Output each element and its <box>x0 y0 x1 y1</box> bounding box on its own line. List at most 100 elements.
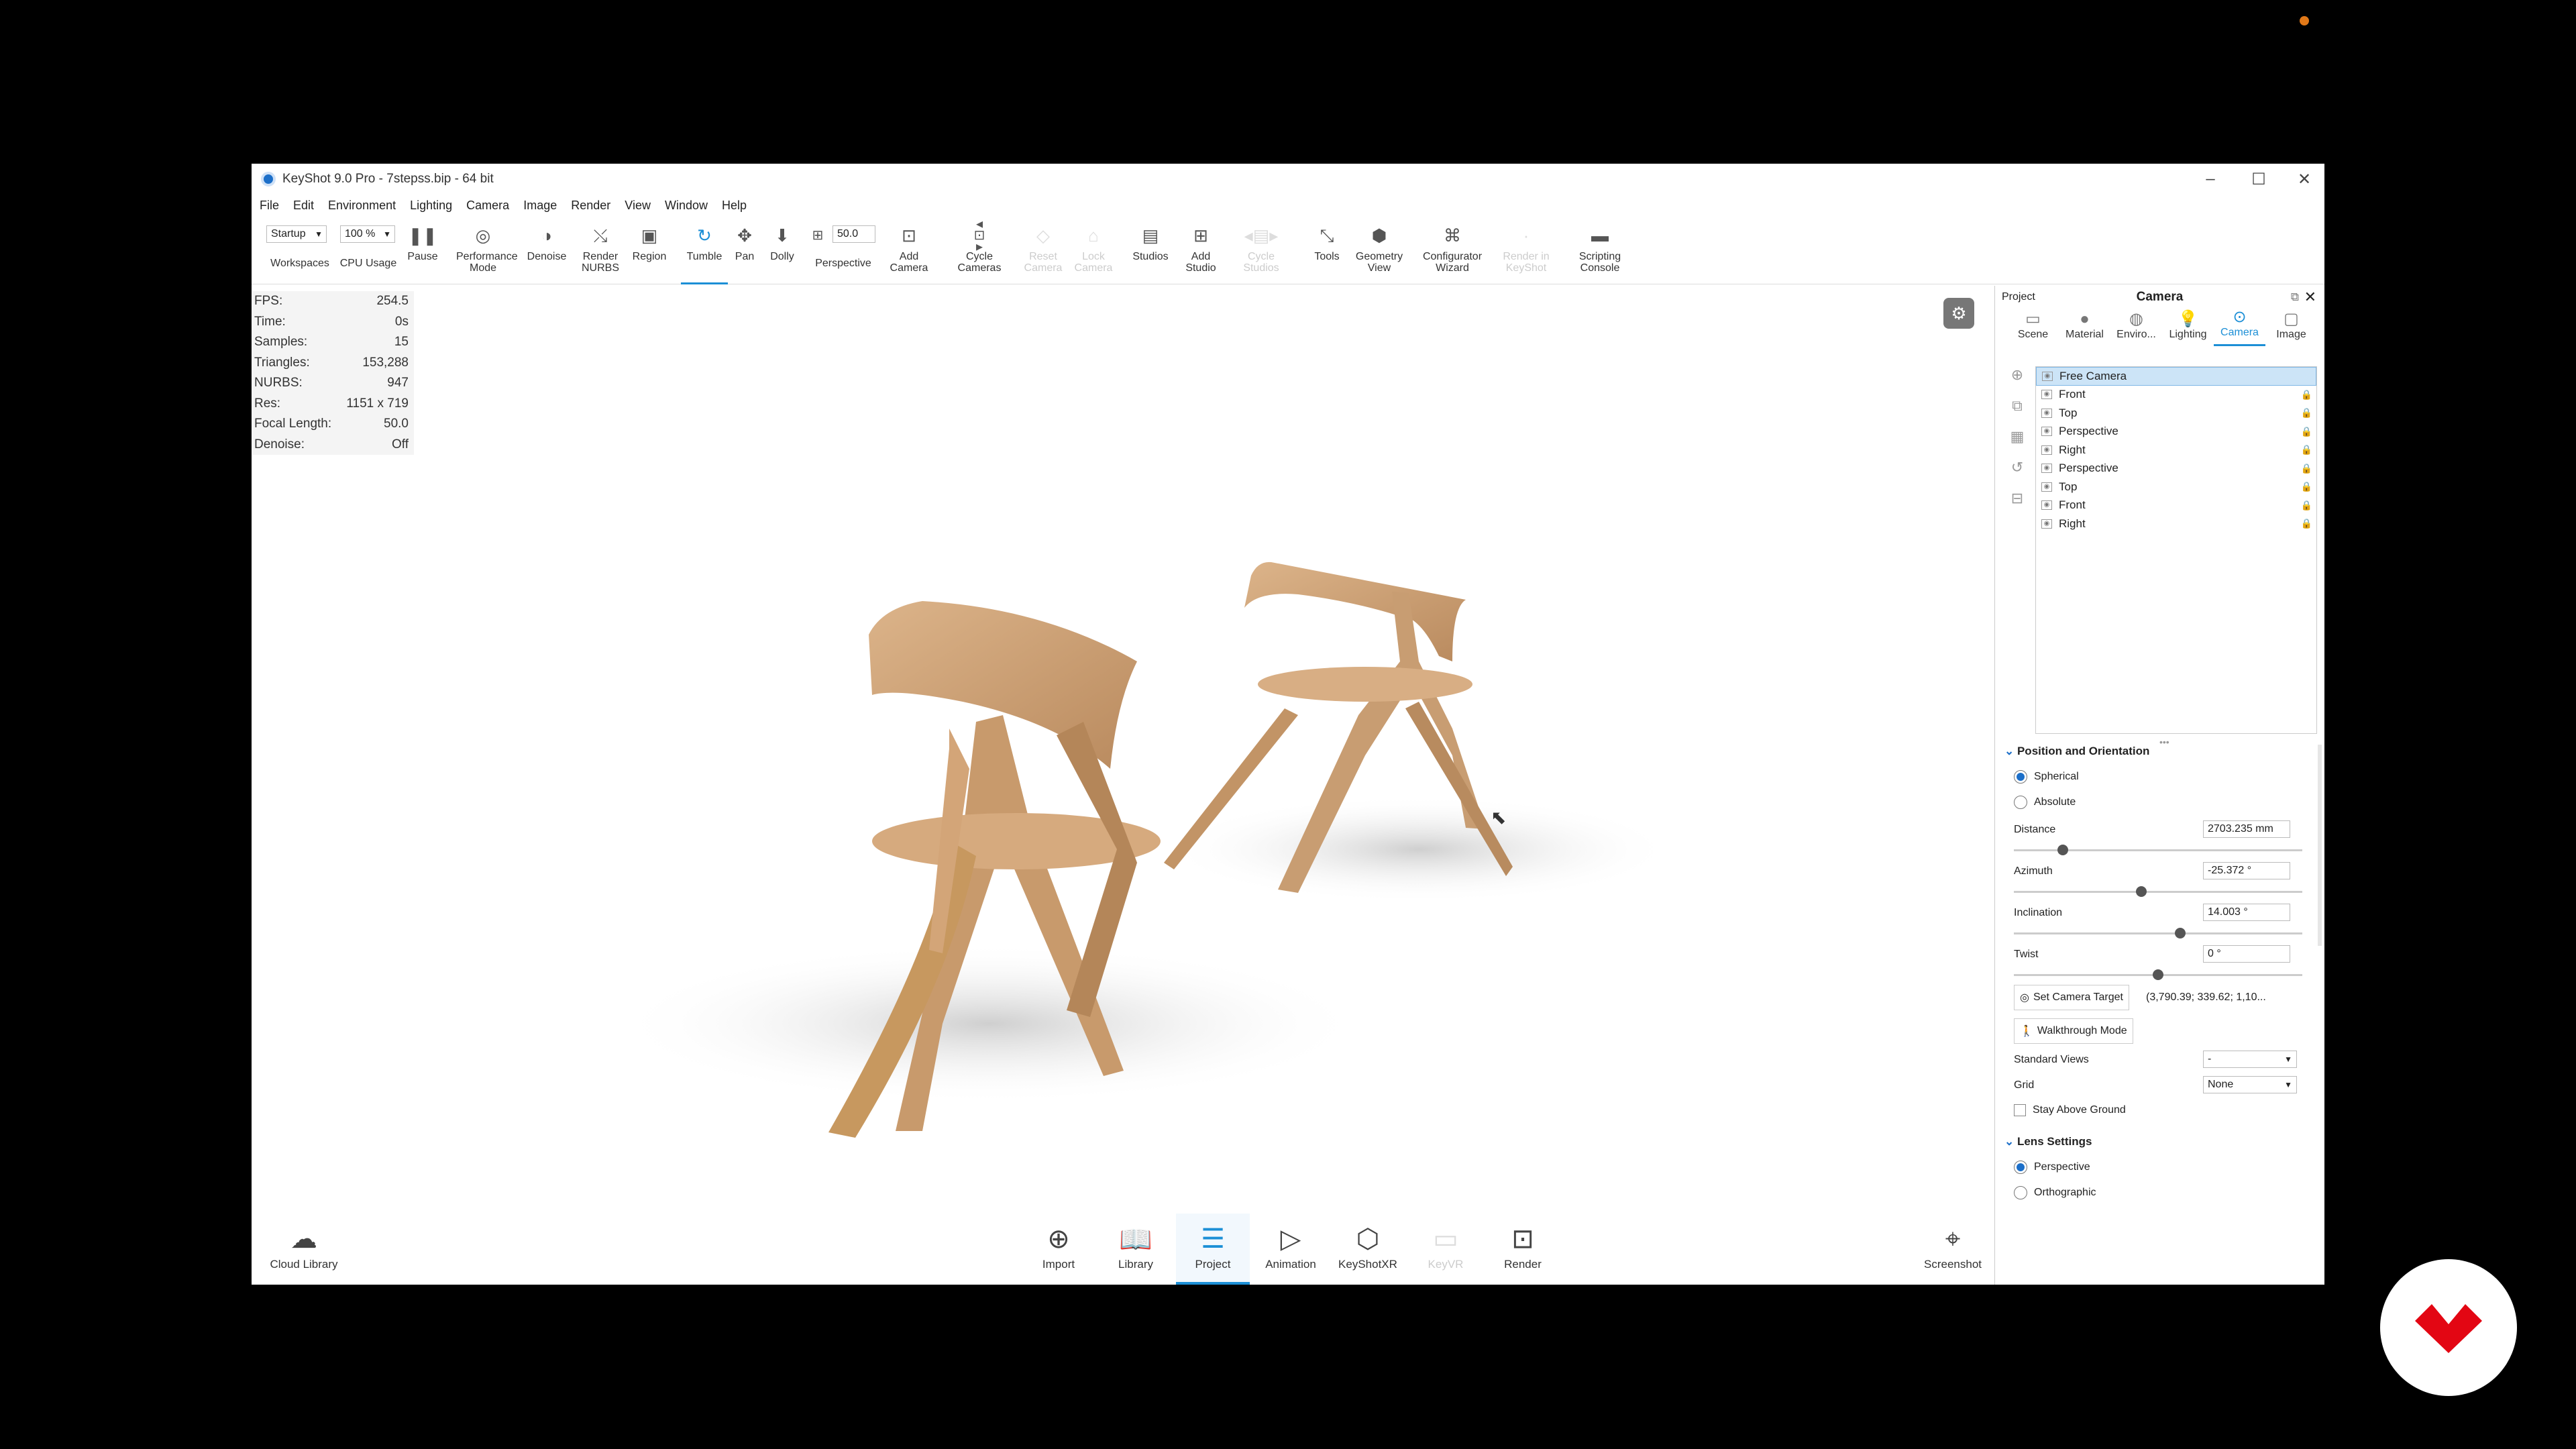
walkthrough-mode-button[interactable]: 🚶 Walkthrough Mode <box>2014 1018 2133 1044</box>
inclination-slider[interactable] <box>2014 928 2302 938</box>
tab-camera[interactable]: ⊙ Camera <box>2214 307 2265 346</box>
duplicate-camera-icon[interactable]: ⧉ <box>2007 397 2027 428</box>
menu-view[interactable]: View <box>625 199 651 213</box>
undock-icon[interactable]: ⧉ <box>2291 290 2299 304</box>
animation-button[interactable]: ▷ Animation <box>1254 1214 1328 1285</box>
camera-item[interactable]: ◉ Top 🔒 <box>2036 404 2316 423</box>
camera-item[interactable]: ◉ Top 🔒 <box>2036 478 2316 496</box>
pan-button[interactable]: ✥ Pan <box>728 217 761 284</box>
lock-icon[interactable]: 🔒 <box>2301 444 2312 455</box>
camera-item[interactable]: ◉ Right 🔒 <box>2036 515 2316 533</box>
perspective-button[interactable]: Perspective <box>803 244 883 284</box>
screenshot-button[interactable]: ⌖ Screenshot <box>1916 1214 1990 1285</box>
inclination-field[interactable]: 14.003 ° <box>2203 904 2290 921</box>
slider-thumb[interactable] <box>2136 886 2147 897</box>
lock-camera-icon[interactable]: ⊟ <box>2007 490 2027 521</box>
configurator-wizard-button[interactable]: ⌘ Configurator Wizard <box>1412 217 1493 284</box>
azimuth-field[interactable]: -25.372 ° <box>2203 862 2290 879</box>
distance-slider[interactable] <box>2014 845 2302 855</box>
panel-scrollbar[interactable] <box>2318 745 2322 946</box>
menu-lighting[interactable]: Lighting <box>410 199 452 213</box>
menu-help[interactable]: Help <box>722 199 747 213</box>
focal-length-field[interactable]: 50.0 <box>833 225 875 243</box>
slider-thumb[interactable] <box>2057 845 2068 855</box>
add-studio-button[interactable]: ⊞ Add Studio <box>1174 217 1228 284</box>
region-button[interactable]: ▣ Region <box>626 217 673 284</box>
render-viewport[interactable] <box>252 286 1994 1245</box>
lock-icon[interactable]: 🔒 <box>2301 389 2312 400</box>
maximize-button[interactable]: ☐ <box>2235 164 2283 195</box>
close-button[interactable]: ✕ <box>2280 164 2324 195</box>
menu-edit[interactable]: Edit <box>293 199 314 213</box>
menu-window[interactable]: Window <box>665 199 708 213</box>
tools-button[interactable]: ⤡ Tools <box>1303 217 1350 284</box>
slider-thumb[interactable] <box>2175 928 2186 938</box>
lock-camera-button[interactable]: ⌂ Lock Camera <box>1067 217 1120 284</box>
menu-camera[interactable]: Camera <box>466 199 509 213</box>
menu-image[interactable]: Image <box>523 199 557 213</box>
reset-camera-icon[interactable]: ↺ <box>2007 459 2027 490</box>
camera-item[interactable]: ◉ Perspective 🔒 <box>2036 423 2316 441</box>
viewport-camera-icon[interactable]: ⚙ <box>1943 298 1974 329</box>
slider-thumb[interactable] <box>2153 969 2163 980</box>
standard-views-select[interactable]: - ▼ <box>2203 1051 2297 1068</box>
panel-close-icon[interactable]: ✕ <box>2304 288 2316 306</box>
stay-above-ground-checkbox[interactable]: Stay Above Ground <box>2014 1104 2126 1116</box>
tab-environment[interactable]: ◍ Enviro... <box>2110 309 2162 346</box>
menu-environment[interactable]: Environment <box>328 199 396 213</box>
cycle-studios-button[interactable]: ◂▤▸ Cycle Studios <box>1228 217 1295 284</box>
twist-slider[interactable] <box>2014 969 2302 980</box>
render-in-keyshot-button[interactable]: · Render in KeyShot <box>1493 217 1560 284</box>
studios-button[interactable]: ▤ Studios <box>1124 217 1177 284</box>
camera-item[interactable]: ◉ Perspective 🔒 <box>2036 460 2316 478</box>
dolly-button[interactable]: ⬇ Dolly <box>761 217 803 284</box>
set-camera-target-button[interactable]: ◎ Set Camera Target <box>2014 985 2129 1010</box>
workspace-select[interactable]: Startup ▼ <box>266 225 327 243</box>
denoise-button[interactable]: ◑ Denoise <box>520 217 574 284</box>
lock-icon[interactable]: 🔒 <box>2301 426 2312 437</box>
tab-lighting[interactable]: 💡 Lighting <box>2162 309 2214 346</box>
delete-camera-icon[interactable]: ▦ <box>2007 428 2027 459</box>
checkbox-box[interactable] <box>2014 1104 2026 1116</box>
minimize-button[interactable]: – <box>2186 164 2235 195</box>
geometry-view-button[interactable]: ⬢ Geometry View <box>1349 217 1409 284</box>
position-orientation-header[interactable]: ⌄ Position and Orientation <box>2004 745 2149 758</box>
import-button[interactable]: ⊕ Import <box>1022 1214 1095 1285</box>
absolute-radio[interactable]: Absolute <box>2014 796 2076 809</box>
tumble-button[interactable]: ↻ Tumble <box>681 217 728 284</box>
project-button[interactable]: ☰ Project <box>1176 1214 1250 1285</box>
reset-camera-button[interactable]: ◇ Reset Camera <box>1016 217 1070 284</box>
lock-icon[interactable]: 🔒 <box>2301 407 2312 419</box>
camera-item[interactable]: ◉ Right 🔒 <box>2036 441 2316 460</box>
menu-file[interactable]: File <box>260 199 279 213</box>
spherical-radio[interactable]: Spherical <box>2014 770 2079 784</box>
lock-icon[interactable]: 🔒 <box>2301 463 2312 474</box>
scripting-console-button[interactable]: ▬ Scripting Console <box>1566 217 1633 284</box>
distance-field[interactable]: 2703.235 mm <box>2203 820 2290 838</box>
lock-icon[interactable]: 🔒 <box>2301 500 2312 511</box>
camera-item[interactable]: ◉ Front 🔒 <box>2036 386 2316 405</box>
render-nurbs-button[interactable]: ⤯ Render NURBS <box>574 217 627 284</box>
lens-settings-header[interactable]: ⌄ Lens Settings <box>2004 1135 2092 1148</box>
cloud-library-button[interactable]: ☁ Cloud Library <box>267 1214 341 1285</box>
azimuth-slider[interactable] <box>2014 886 2302 897</box>
camera-item[interactable]: ◉ Free Camera <box>2036 367 2316 386</box>
perspective-radio[interactable]: Perspective <box>2014 1161 2090 1174</box>
render-button[interactable]: ⊡ Render <box>1486 1214 1560 1285</box>
orthographic-radio[interactable]: Orthographic <box>2014 1186 2096 1199</box>
lock-icon[interactable]: 🔒 <box>2301 481 2312 492</box>
add-camera-icon[interactable]: ⊕ <box>2007 366 2027 397</box>
keyvr-button[interactable]: ▭ KeyVR <box>1409 1214 1483 1285</box>
tab-scene[interactable]: ▭ Scene <box>2007 309 2059 346</box>
menu-render[interactable]: Render <box>571 199 610 213</box>
pause-button[interactable]: ❚❚ Pause <box>402 217 443 284</box>
library-button[interactable]: 📖 Library <box>1099 1214 1173 1285</box>
lock-icon[interactable]: 🔒 <box>2301 518 2312 529</box>
grid-select[interactable]: None ▼ <box>2203 1076 2297 1093</box>
cycle-cameras-button[interactable]: ◂ ⊡ ▸ Cycle Cameras <box>943 217 1016 284</box>
tab-image[interactable]: ▢ Image <box>2265 309 2317 346</box>
twist-field[interactable]: 0 ° <box>2203 945 2290 963</box>
cpu-usage-select[interactable]: 100 % ▼ <box>340 225 395 243</box>
splitter-handle[interactable]: ••• <box>2159 737 2169 747</box>
camera-item[interactable]: ◉ Front 🔒 <box>2036 496 2316 515</box>
